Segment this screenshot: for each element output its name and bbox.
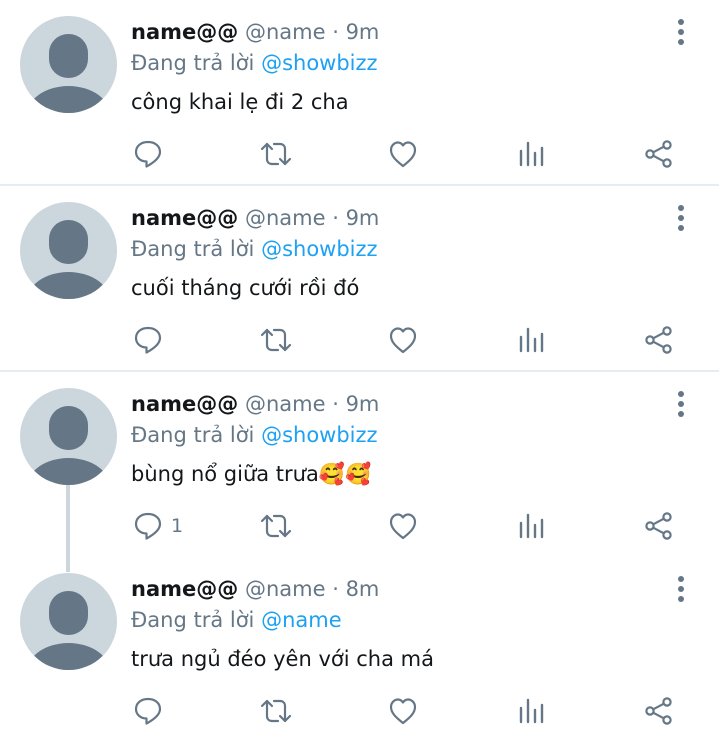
share-button[interactable] (644, 323, 674, 357)
handle[interactable]: @name (245, 392, 326, 416)
display-name[interactable]: name@@ (131, 206, 238, 230)
avatar[interactable] (20, 388, 117, 485)
separator-dot: · (332, 206, 339, 230)
replying-to: Đang trả lời @showbizz (131, 48, 378, 78)
like-button[interactable] (388, 509, 418, 543)
timestamp[interactable]: 9m (346, 392, 380, 416)
retweet-button[interactable] (259, 694, 293, 728)
like-button[interactable] (388, 137, 418, 171)
analytics-icon (519, 327, 544, 353)
retweet-icon (260, 699, 292, 723)
default-avatar-icon (26, 406, 111, 485)
analytics-button[interactable] (516, 694, 546, 728)
retweet-icon (260, 328, 292, 352)
share-icon (645, 512, 672, 540)
retweet-icon (260, 142, 292, 166)
display-name[interactable]: name@@ (131, 577, 238, 601)
avatar[interactable] (20, 573, 117, 670)
mention-link[interactable]: @showbizz (261, 423, 377, 447)
share-button[interactable] (644, 137, 674, 171)
timeline: name@@ @name · 9m Đang trả lời @showbizz… (0, 0, 719, 739)
reply-button[interactable] (133, 694, 171, 728)
replying-to-label: Đang trả lời (131, 237, 255, 261)
default-avatar-icon (26, 591, 111, 670)
avatar[interactable] (20, 202, 117, 299)
share-icon (645, 326, 672, 354)
retweet-icon (260, 514, 292, 538)
more-vertical-icon (678, 576, 684, 602)
analytics-button[interactable] (516, 323, 546, 357)
handle[interactable]: @name (245, 20, 326, 44)
replying-to: Đang trả lời @name (131, 605, 342, 635)
mention-link[interactable]: @showbizz (261, 237, 377, 261)
display-name[interactable]: name@@ (131, 20, 238, 44)
timestamp[interactable]: 8m (346, 577, 380, 601)
tweet[interactable]: name@@ @name · 8m Đang trả lời @name trư… (0, 557, 719, 739)
heart-icon (389, 327, 417, 354)
retweet-button[interactable] (259, 323, 293, 357)
more-vertical-icon (678, 205, 684, 231)
reply-icon (134, 326, 162, 354)
tweet-header: name@@ @name · 9m (131, 17, 379, 47)
default-avatar-icon (26, 220, 111, 299)
analytics-button[interactable] (516, 137, 546, 171)
analytics-button[interactable] (516, 509, 546, 543)
replying-to-label: Đang trả lời (131, 608, 255, 632)
handle[interactable]: @name (245, 206, 326, 230)
more-button[interactable] (670, 203, 692, 233)
analytics-icon (519, 513, 544, 539)
more-button[interactable] (670, 17, 692, 47)
share-icon (645, 140, 672, 168)
mention-link[interactable]: @showbizz (261, 51, 377, 75)
reply-icon (134, 697, 162, 725)
tweet-header: name@@ @name · 8m (131, 574, 379, 604)
tweet[interactable]: name@@ @name · 9m Đang trả lời @showbizz… (0, 186, 719, 370)
display-name[interactable]: name@@ (131, 392, 238, 416)
analytics-icon (519, 141, 544, 167)
reply-button[interactable] (133, 137, 171, 171)
replying-to: Đang trả lời @showbizz (131, 234, 378, 264)
more-vertical-icon (678, 19, 684, 45)
reply-button[interactable] (133, 323, 171, 357)
reply-count: 1 (171, 515, 184, 537)
separator-dot: · (332, 392, 339, 416)
tweet-text: bùng nổ giữa trưa🥰🥰 (131, 462, 372, 486)
tweet-text: công khai lẹ đi 2 cha (131, 90, 349, 114)
reply-button[interactable]: 1 (133, 509, 183, 543)
share-button[interactable] (644, 694, 674, 728)
timestamp[interactable]: 9m (346, 206, 380, 230)
like-button[interactable] (388, 323, 418, 357)
tweet-text: cuối tháng cưới rồi đó (131, 276, 360, 300)
separator-dot: · (332, 577, 339, 601)
analytics-icon (519, 698, 544, 724)
reply-icon (134, 140, 162, 168)
share-button[interactable] (644, 509, 674, 543)
tweet-header: name@@ @name · 9m (131, 203, 379, 233)
separator-dot: · (332, 20, 339, 44)
more-button[interactable] (670, 389, 692, 419)
heart-icon (389, 513, 417, 540)
reply-icon (134, 512, 162, 540)
replying-to: Đang trả lời @showbizz (131, 420, 378, 450)
tweet[interactable]: name@@ @name · 9m Đang trả lời @showbizz… (0, 0, 719, 184)
more-button[interactable] (670, 574, 692, 604)
retweet-button[interactable] (259, 137, 293, 171)
tweet-text: trưa ngủ đéo yên với cha má (131, 647, 434, 671)
replying-to-label: Đang trả lời (131, 423, 255, 447)
heart-icon (389, 141, 417, 168)
retweet-button[interactable] (259, 509, 293, 543)
more-vertical-icon (678, 391, 684, 417)
heart-icon (389, 698, 417, 725)
share-icon (645, 697, 672, 725)
handle[interactable]: @name (245, 577, 326, 601)
tweet[interactable]: name@@ @name · 9m Đang trả lời @showbizz… (0, 372, 719, 556)
mention-link[interactable]: @name (261, 608, 342, 632)
default-avatar-icon (26, 34, 111, 113)
timestamp[interactable]: 9m (346, 20, 380, 44)
tweet-header: name@@ @name · 9m (131, 389, 379, 419)
replying-to-label: Đang trả lời (131, 51, 255, 75)
like-button[interactable] (388, 694, 418, 728)
avatar[interactable] (20, 16, 117, 113)
